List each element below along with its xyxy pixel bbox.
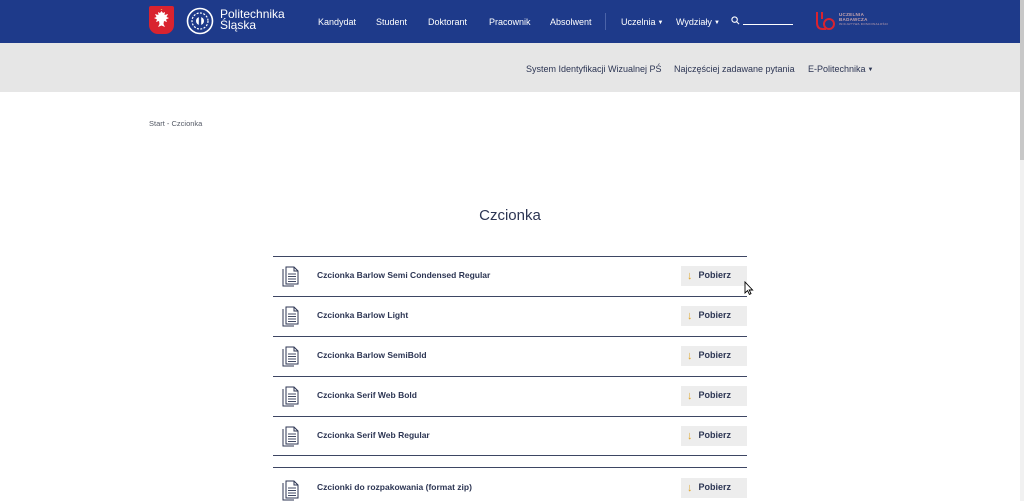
document-icon — [282, 426, 299, 447]
file-download-list: Czcionka Barlow Semi Condensed Regular ↓… — [273, 256, 747, 501]
scrollbar-thumb[interactable] — [1020, 0, 1024, 160]
caret-down-icon: ▼ — [713, 20, 720, 26]
download-button[interactable]: ↓ Pobierz — [681, 426, 747, 446]
search-input[interactable] — [743, 13, 793, 25]
download-button-label: Pobierz — [698, 430, 732, 440]
download-button-label: Pobierz — [698, 390, 732, 400]
download-button[interactable]: ↓ Pobierz — [681, 346, 747, 366]
download-button[interactable]: ↓ Pobierz — [681, 306, 747, 326]
file-row: Czcionka Serif Web Bold ↓ Pobierz — [273, 376, 747, 416]
download-button-label: Pobierz — [698, 482, 732, 492]
arrow-down-icon: ↓ — [687, 270, 693, 282]
nav-wydzialy[interactable]: Wydziały ▼ — [676, 16, 720, 29]
nav-absolwent[interactable]: Absolwent — [550, 16, 592, 28]
download-button-label: Pobierz — [698, 310, 732, 320]
arrow-down-icon: ↓ — [687, 482, 693, 494]
download-button-label: Pobierz — [698, 350, 732, 360]
file-row: Czcionka Serif Web Regular ↓ Pobierz — [273, 416, 747, 456]
list-gap — [273, 456, 747, 466]
nav-wydzialy-label: Wydziały — [676, 17, 712, 27]
search-icon[interactable] — [731, 16, 740, 25]
page-scrollbar[interactable] — [1020, 0, 1024, 501]
breadcrumb: Start - Czcionka — [149, 119, 203, 128]
arrow-down-icon: ↓ — [687, 430, 693, 442]
file-row: Czcionka Barlow Semi Condensed Regular ↓… — [273, 256, 747, 296]
file-name[interactable]: Czcionka Serif Web Regular — [317, 430, 430, 440]
university-name-line2: Śląska — [220, 18, 257, 32]
poland-eagle-emblem-icon[interactable] — [149, 6, 174, 34]
arrow-down-icon: ↓ — [687, 390, 693, 402]
file-name[interactable]: Czcionka Serif Web Bold — [317, 390, 417, 400]
subnav-visual-identity[interactable]: System Identyfikacji Wizualnej PŚ — [526, 63, 662, 75]
nav-uczelnia-label: Uczelnia — [621, 17, 656, 27]
document-icon — [282, 266, 299, 287]
document-icon — [282, 386, 299, 407]
subnav-faq[interactable]: Najczęściej zadawane pytania — [674, 63, 795, 75]
arrow-down-icon: ↓ — [687, 350, 693, 362]
download-button[interactable]: ↓ Pobierz — [681, 478, 747, 498]
logo-text-line: INICJATYWA DOSKONAŁOŚCI — [839, 22, 889, 26]
file-row: Czcionka Barlow SemiBold ↓ Pobierz — [273, 336, 747, 376]
file-name[interactable]: Czcionka Barlow Light — [317, 310, 408, 320]
nav-pracownik[interactable]: Pracownik — [489, 16, 531, 28]
subnav-e-politechnika[interactable]: E-Politechnika ▼ — [808, 63, 873, 76]
caret-down-icon: ▼ — [657, 20, 664, 26]
download-button[interactable]: ↓ Pobierz — [681, 266, 747, 286]
file-name[interactable]: Czcionka Barlow SemiBold — [317, 350, 427, 360]
document-icon — [282, 346, 299, 367]
subnav-e-politechnika-label: E-Politechnika — [808, 64, 866, 74]
nav-doktorant[interactable]: Doktorant — [428, 16, 467, 28]
file-name[interactable]: Czcionki do rozpakowania (format zip) — [317, 482, 472, 492]
nav-uczelnia[interactable]: Uczelnia ▼ — [621, 16, 663, 29]
nav-kandydat[interactable]: Kandydat — [318, 16, 356, 28]
mouse-pointer-icon — [744, 281, 754, 295]
nav-student[interactable]: Student — [376, 16, 407, 28]
file-row: Czcionka Barlow Light ↓ Pobierz — [273, 296, 747, 336]
download-button-label: Pobierz — [698, 270, 732, 280]
arrow-down-icon: ↓ — [687, 310, 693, 322]
politechnika-logo-icon[interactable] — [186, 7, 214, 35]
top-navigation-bar: Politechnika Śląska Kandydat Student Dok… — [0, 0, 1020, 43]
research-university-logo-text: UCZELNIA BADAWCZA INICJATYWA DOSKONAŁOŚC… — [839, 12, 888, 27]
document-icon — [282, 480, 299, 501]
download-button[interactable]: ↓ Pobierz — [681, 386, 747, 406]
file-name[interactable]: Czcionka Barlow Semi Condensed Regular — [317, 270, 490, 280]
caret-down-icon: ▼ — [867, 67, 874, 73]
page-title: Czcionka — [479, 207, 541, 224]
university-name[interactable]: Politechnika Śląska — [220, 8, 285, 32]
document-icon — [282, 306, 299, 327]
file-row-zip: Czcionki do rozpakowania (format zip) ↓ P… — [273, 467, 747, 501]
nav-divider — [605, 13, 606, 30]
